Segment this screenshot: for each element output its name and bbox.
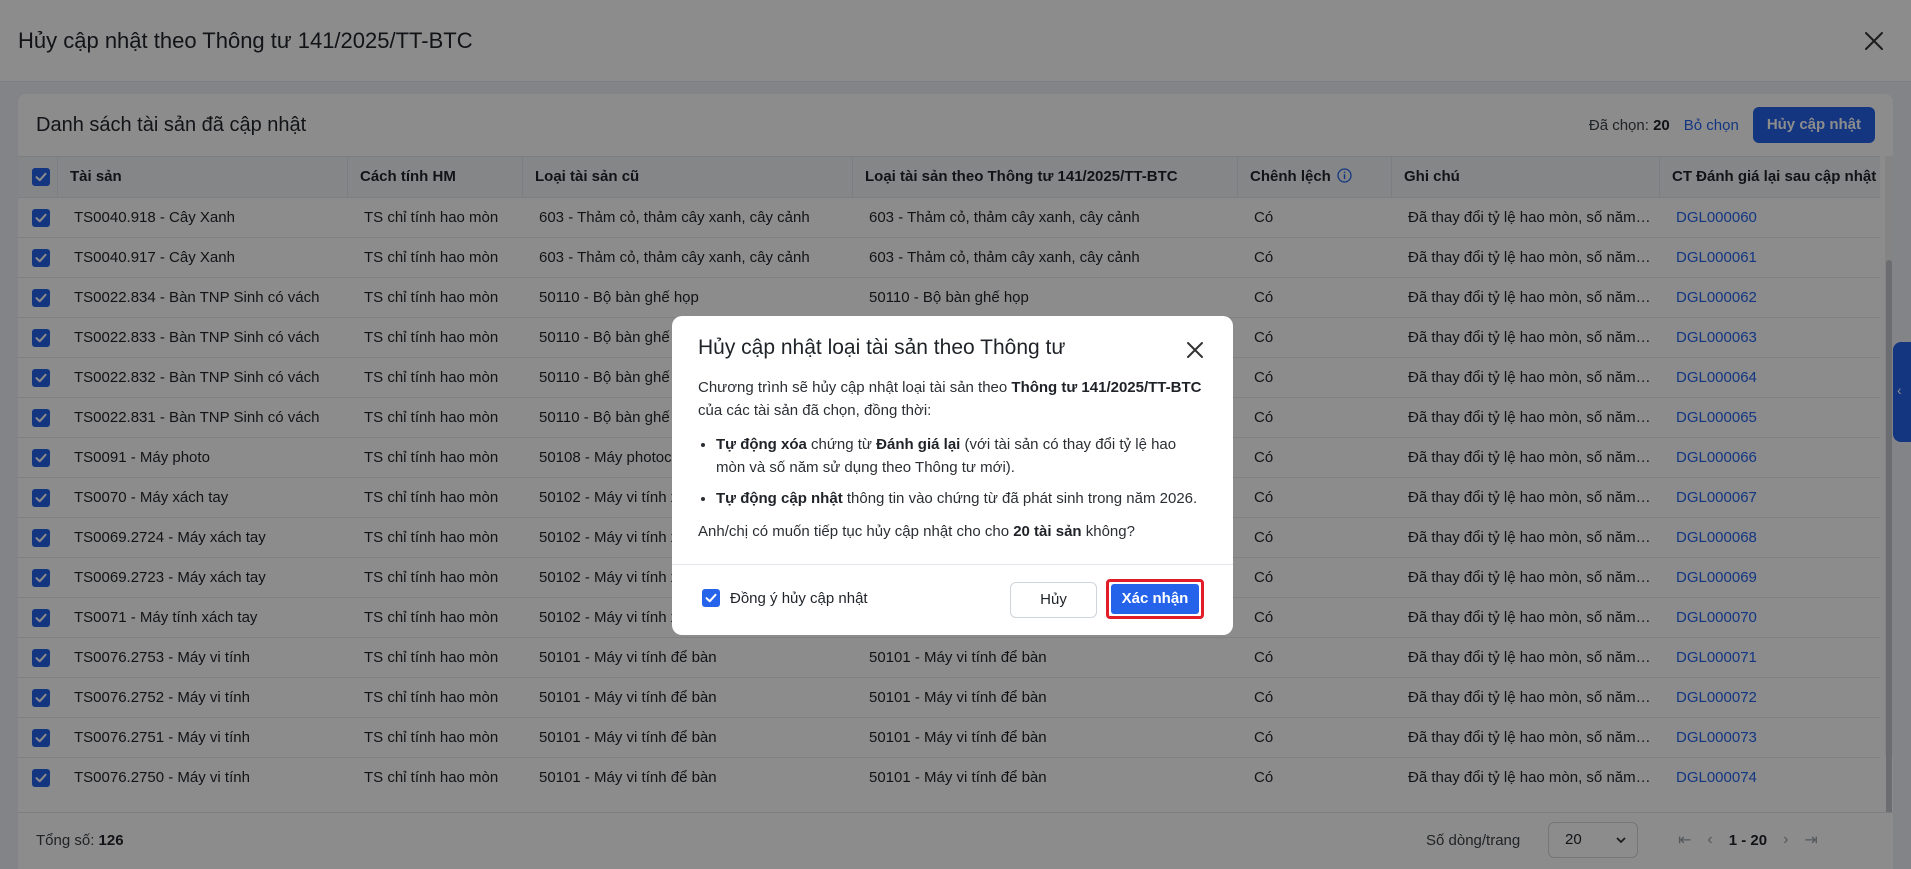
question-bold: 20 tài sản [1013,523,1082,540]
bullet-item: Tự động cập nhật thông tin vào chứng từ … [716,487,1208,510]
confirm-dialog: Hủy cập nhật loại tài sản theo Thông tư … [672,316,1233,635]
agree-checkbox-row[interactable]: Đồng ý hủy cập nhật [702,589,868,607]
bullet-bold: Tự động cập nhật [716,490,843,507]
check-icon [705,593,717,603]
dialog-bullets: Tự động xóa chứng từ Đánh giá lại (với t… [698,433,1208,510]
dialog-footer: Đồng ý hủy cập nhật Hủy Xác nhận [672,565,1233,635]
dialog-intro: Chương trình sẽ hủy cập nhật loại tài sả… [698,376,1208,422]
close-icon[interactable] [1185,340,1205,360]
intro-bold: Thông tư 141/2025/TT-BTC [1011,379,1202,396]
agree-checkbox[interactable] [702,589,720,607]
agree-label: Đồng ý hủy cập nhật [730,589,868,607]
confirm-button[interactable]: Xác nhận [1106,579,1204,619]
cancel-button[interactable]: Hủy [1010,582,1097,618]
bullet-bold: Tự động xóa [716,436,807,453]
bullet-item: Tự động xóa chứng từ Đánh giá lại (với t… [716,433,1208,479]
bullet-text: thông tin vào chứng từ đã phát sinh tron… [842,490,1198,507]
bullet-text: chứng từ [806,436,877,453]
dialog-question: Anh/chị có muốn tiếp tục hủy cập nhật ch… [698,520,1208,543]
dialog-title: Hủy cập nhật loại tài sản theo Thông tư [698,336,1066,359]
question-text-2: không? [1081,523,1135,540]
confirm-label: Xác nhận [1111,584,1199,614]
intro-text-2: của các tài sản đã chọn, đồng thời: [698,402,932,419]
question-text: Anh/chị có muốn tiếp tục hủy cập nhật ch… [698,523,1014,540]
intro-text: Chương trình sẽ hủy cập nhật loại tài sả… [698,379,1012,396]
bullet-bold-2: Đánh giá lại [876,436,961,453]
dialog-body: Chương trình sẽ hủy cập nhật loại tài sả… [698,376,1208,554]
